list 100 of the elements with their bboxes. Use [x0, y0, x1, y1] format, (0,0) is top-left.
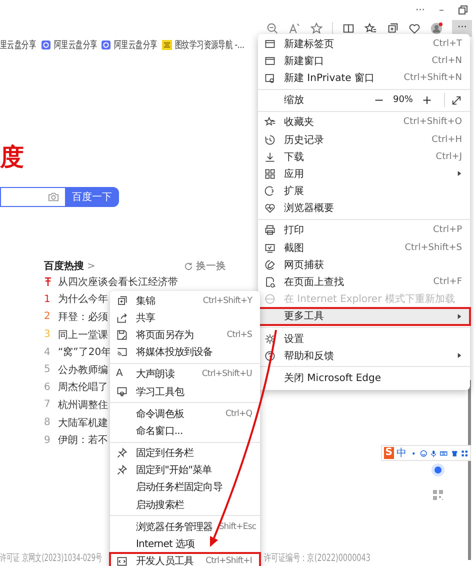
history-icon: [264, 134, 276, 146]
footer-text: 许可证编号：京(2022)0000043: [264, 552, 370, 565]
avatar-icon[interactable]: [430, 22, 444, 35]
rank-number: 3: [44, 329, 52, 340]
menu-item[interactable]: 下载 Ctrl+J: [258, 148, 470, 166]
menu-item[interactable]: 共享: [110, 309, 260, 326]
menu-item[interactable]: 帮助和反馈: [258, 347, 470, 364]
pin-icon: [116, 447, 128, 460]
bookmark-link[interactable]: 阿里云盘分享: [54, 38, 97, 52]
hot-search-link[interactable]: 从四次座谈会看长江经济带: [58, 274, 178, 289]
menu-item[interactable]: 关闭 Microsoft Edge: [258, 369, 470, 387]
input-mode-button[interactable]: 中: [396, 446, 407, 460]
menu-item[interactable]: 固定到任务栏: [110, 444, 260, 462]
footer-text: 许可证 京网文(2023)1034-029号: [0, 552, 102, 565]
menu-item[interactable]: 网页捕获: [258, 256, 470, 274]
menu-item[interactable]: 命令调色板 Ctrl+Q: [110, 405, 260, 422]
menu-item[interactable]: 应用: [258, 165, 470, 182]
star-icon: [264, 116, 276, 128]
heart-icon: [264, 202, 276, 214]
menu-item[interactable]: 新建标签页 Ctrl+T: [258, 35, 470, 52]
capture-icon: [264, 258, 276, 271]
menu-item[interactable]: 打印 Ctrl+P: [258, 222, 470, 240]
heart-icon[interactable]: [408, 22, 422, 35]
menu-item[interactable]: 命名窗口...: [110, 422, 260, 440]
assistant-icon[interactable]: [431, 463, 445, 477]
rank-number: 6: [44, 382, 52, 393]
search-field[interactable]: [0, 187, 65, 207]
hot-search-link[interactable]: 拜登：必须: [58, 310, 108, 324]
hot-search-link[interactable]: “窝”了20年: [58, 345, 112, 360]
developer-tools-icon: [116, 555, 128, 566]
bookmark-link[interactable]: 阿里云盘分享: [114, 38, 158, 52]
download-icon: [264, 150, 276, 163]
menu-item[interactable]: 浏览器概要: [258, 200, 470, 217]
microphone-icon[interactable]: [430, 448, 438, 458]
fullscreen-icon[interactable]: [451, 94, 462, 106]
apps-icon: [264, 168, 276, 180]
rank-number: 8: [44, 417, 52, 428]
menu-item[interactable]: 开发人员工具 Ctrl+Shift+I: [110, 552, 260, 566]
menu-item[interactable]: 学习工具包: [110, 382, 260, 400]
keyboard-icon[interactable]: [440, 448, 448, 458]
bookmark-link[interactable]: 里云盘分享: [0, 38, 36, 52]
screenshot-icon: [264, 242, 276, 254]
menu-item[interactable]: 收藏夹 Ctrl+Shift+O: [258, 114, 470, 131]
menu-item[interactable]: 历史记录 Ctrl+H: [258, 130, 470, 148]
menu-item[interactable]: 截图 Ctrl+Shift+S: [258, 239, 470, 256]
zoom-out-button[interactable]: −: [370, 93, 388, 108]
menu-item[interactable]: 设置: [258, 330, 470, 348]
menu-item[interactable]: 集锦 Ctrl+Shift+Y: [110, 292, 260, 310]
menu-item[interactable]: Internet 选项: [110, 535, 260, 553]
menu-item[interactable]: 启动搜索栏: [110, 496, 260, 514]
restore-icon[interactable]: [458, 5, 468, 15]
refresh-icon[interactable]: [184, 262, 193, 270]
private-window-icon: [264, 72, 276, 84]
menu-item[interactable]: 固定到"开始"菜单: [110, 462, 260, 479]
study-site-icon: [162, 40, 172, 50]
menu-item[interactable]: A 大声朗读 Ctrl+Shift+U: [110, 366, 260, 383]
save-page-icon: [116, 328, 128, 341]
more-menu-button[interactable]: ···: [415, 4, 425, 16]
rank-number: 9: [44, 434, 52, 446]
bookmark-link[interactable]: 图纹学习资源导航 -...: [175, 38, 244, 52]
rank-number: 5: [44, 364, 52, 376]
menu-item[interactable]: 扩展: [258, 182, 470, 200]
hot-search-link[interactable]: 杭州调整住: [58, 398, 108, 412]
hot-search-link[interactable]: 大陆军机建: [58, 416, 108, 430]
rank-number: 1: [44, 294, 52, 305]
split-screen-icon[interactable]: [342, 22, 356, 35]
menu-item[interactable]: 新建窗口 Ctrl+N: [258, 52, 470, 70]
skin-icon[interactable]: [450, 448, 458, 458]
hot-search-link[interactable]: 伊朗：若不: [58, 433, 108, 448]
learning-tools-icon: [116, 386, 128, 398]
menu-item[interactable]: 将页面另存为 Ctrl+S: [110, 326, 260, 344]
hot-search-link[interactable]: 周杰伦唱了: [58, 380, 108, 394]
refresh-link[interactable]: 换一换: [196, 259, 226, 273]
zoom-in-button[interactable]: +: [418, 93, 436, 108]
menu-item[interactable]: 在页面上查找 Ctrl+F: [258, 273, 470, 291]
hot-search-link[interactable]: 为什么今年: [58, 292, 108, 306]
star-icon[interactable]: [310, 22, 324, 35]
gear-icon: [264, 332, 276, 345]
cloud-drive-icon: [40, 40, 50, 50]
rank-number: 4: [44, 346, 52, 358]
menu-item[interactable]: 将媒体投放到设备: [110, 344, 260, 361]
minimize-button[interactable]: –: [439, 4, 444, 16]
collections-icon[interactable]: [386, 22, 400, 35]
emoji-icon[interactable]: [420, 448, 428, 458]
menu-item[interactable]: 新建 InPrivate 窗口 Ctrl+Shift+N: [258, 69, 470, 87]
hot-list-title[interactable]: 百度热搜: [44, 259, 84, 273]
window-icon: [264, 54, 276, 67]
hot-search-link[interactable]: 同上一堂课: [58, 328, 108, 342]
favorites-icon[interactable]: [364, 22, 378, 35]
menu-item[interactable]: 启动任务栏固定向导: [110, 478, 260, 496]
search-button[interactable]: 百度一下: [65, 187, 119, 207]
read-aloud-icon[interactable]: [288, 22, 302, 35]
more-link[interactable]: >: [87, 260, 96, 272]
menu-item[interactable]: 浏览器任务管理器 Shift+Esc: [110, 518, 260, 536]
grid-icon[interactable]: [460, 448, 468, 458]
zoom-out-icon[interactable]: [266, 22, 280, 35]
collections-icon: [116, 294, 128, 307]
menu-item[interactable]: 更多工具: [258, 308, 470, 325]
camera-icon[interactable]: [48, 192, 59, 202]
hot-search-link[interactable]: 公办教师编: [58, 362, 108, 377]
